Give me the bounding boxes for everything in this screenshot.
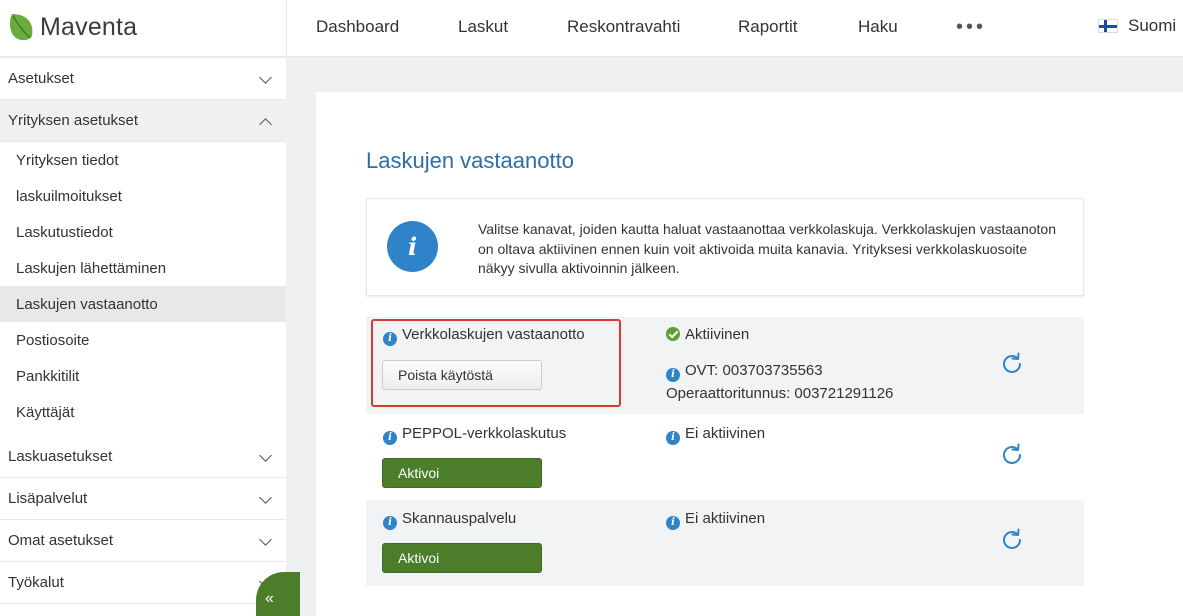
channel-status-peppol: i Ei aktiivinen [666,425,765,445]
sidebar-section-label: Omat asetukset [8,532,114,549]
sidebar-item-kayttajat[interactable]: Käyttäjät [0,394,286,430]
channel-status-verkkolaskut: Aktiivinen [666,326,749,343]
sidebar-item-postiosoite[interactable]: Postiosoite [0,322,286,358]
activate-skannaus-button[interactable]: Aktivoi [382,543,542,573]
sidebar-item-laskutustiedot[interactable]: Laskutustiedot [0,214,286,250]
chevron-up-icon [259,118,272,131]
sidebar-section-tyokalut[interactable]: Työkalut [0,562,286,604]
sidebar-section-label: Lisäpalvelut [8,490,88,507]
refresh-icon[interactable] [999,351,1025,377]
sidebar-section-asetukset[interactable]: Asetukset [0,58,286,100]
ovt-line: i OVT: 003703735563 [666,362,823,382]
language-label: Suomi [1128,16,1177,35]
sidebar-item-laskujen-vastaanotto[interactable]: Laskujen vastaanotto [0,286,286,322]
chevron-down-icon [259,491,272,504]
channel-name-label: PEPPOL-verkkolaskutus [402,425,567,442]
language-selector[interactable]: Suomi [1098,16,1176,36]
chevron-down-icon [259,449,272,462]
info-icon[interactable]: i [666,431,680,445]
nav-laskut[interactable]: Laskut [458,17,508,37]
sidebar-section-laskuasetukset[interactable]: Laskuasetukset [0,436,286,478]
nav-haku[interactable]: Haku [858,17,898,37]
info-icon[interactable]: i [666,516,680,530]
info-icon[interactable]: i [383,516,397,530]
nav-dashboard[interactable]: Dashboard [316,17,399,37]
refresh-icon[interactable] [999,442,1025,468]
sidebar-section-label: Asetukset [8,70,74,87]
info-icon[interactable]: i [383,431,397,445]
status-label: Ei aktiivinen [685,425,766,442]
activate-peppol-button[interactable]: Aktivoi [382,458,542,488]
leaf-logo-icon [9,14,33,41]
channel-name-label: Verkkolaskujen vastaanotto [402,326,585,343]
sidebar-section-yrityksen-asetukset[interactable]: Yrityksen asetukset [0,100,286,142]
sidebar-section-omat-asetukset[interactable]: Omat asetukset [0,520,286,562]
info-icon: i [387,221,438,272]
logo-text: Maventa [40,12,138,41]
disable-button[interactable]: Poista käytöstä [382,360,542,390]
chevron-down-icon [259,533,272,546]
info-text: Valitse kanavat, joiden kautta haluat va… [478,221,1056,276]
nav-raportit[interactable]: Raportit [738,17,798,37]
check-circle-icon [666,327,680,341]
header-divider [286,0,287,57]
maventa-logo[interactable]: Maventa [8,10,137,44]
refresh-icon[interactable] [999,527,1025,553]
nav-reskontravahti[interactable]: Reskontravahti [567,17,680,37]
operator-line: Operaattoritunnus: 003721291126 [666,385,894,402]
info-icon[interactable]: i [383,332,397,346]
more-menu-icon[interactable]: ••• [956,17,986,37]
sidebar-item-laskujen-lahettaminen[interactable]: Laskujen lähettäminen [0,250,286,286]
sidebar-section-label: Työkalut [8,574,64,591]
channel-name-peppol: i PEPPOL-verkkolaskutus [383,425,566,445]
sidebar-section-label: Laskuasetukset [8,448,113,465]
channel-name-skannaus: i Skannauspalvelu [383,510,516,530]
chevron-down-icon [259,71,272,84]
status-label: Aktiivinen [685,326,750,343]
sidebar-section-label: Yrityksen asetukset [8,112,139,129]
sidebar-section-lisapalvelut[interactable]: Lisäpalvelut [0,478,286,520]
page-title: Laskujen vastaanotto [366,148,574,173]
sidebar-item-yrityksen-tiedot[interactable]: Yrityksen tiedot [0,142,286,178]
info-box: i Valitse kanavat, joiden kautta haluat … [366,198,1084,296]
channel-name-verkkolaskut: i Verkkolaskujen vastaanotto [383,326,585,346]
top-header: Maventa Dashboard Laskut Reskontravahti … [0,0,1183,57]
channel-status-skannaus: i Ei aktiivinen [666,510,765,530]
channel-name-label: Skannauspalvelu [402,510,517,527]
ovt-label: OVT: 003703735563 [685,362,823,379]
finland-flag-icon [1098,19,1118,33]
sidebar: Asetukset Yrityksen asetukset Yrityksen … [0,58,286,616]
status-label: Ei aktiivinen [685,510,766,527]
info-icon[interactable]: i [666,368,680,382]
sidebar-item-laskuilmoitukset[interactable]: laskuilmoitukset [0,178,286,214]
sidebar-item-pankkitilit[interactable]: Pankkitilit [0,358,286,394]
